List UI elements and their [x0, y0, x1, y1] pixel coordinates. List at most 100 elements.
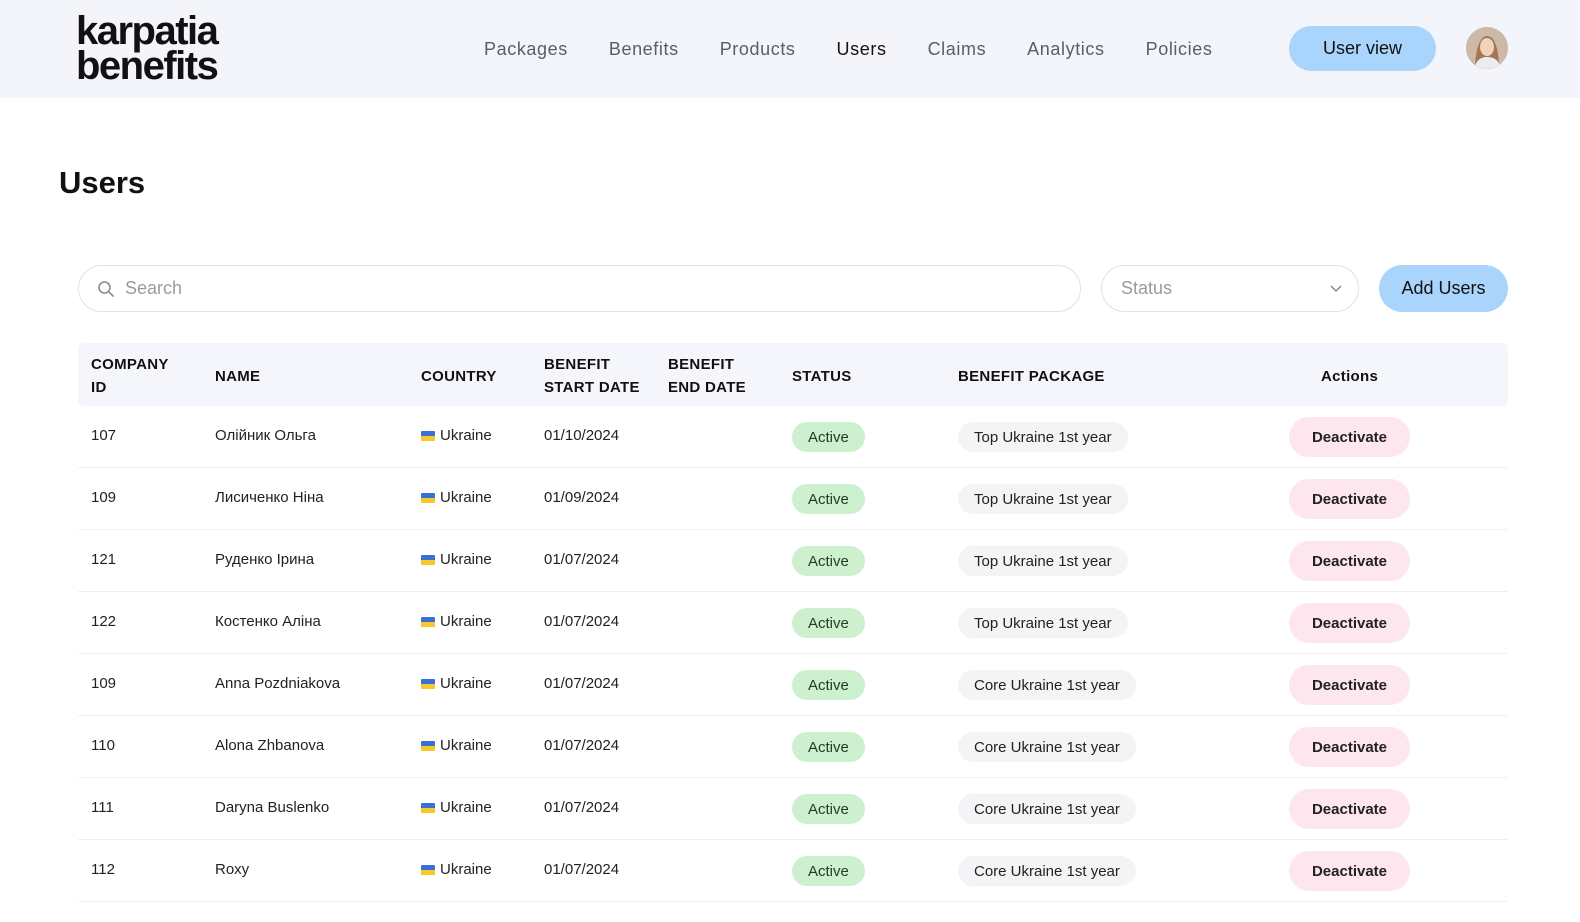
- cell-start-date: 01/10/2024: [544, 427, 620, 444]
- chevron-down-icon: [1330, 285, 1342, 293]
- user-avatar[interactable]: [1466, 27, 1508, 69]
- cell-name: Руденко Ірина: [215, 551, 315, 568]
- status-badge: Active: [792, 608, 865, 638]
- table-row: 110 Alona Zhbanova Ukraine 01/07/2024 Active…: [78, 716, 1508, 778]
- cell-name: Roxy: [215, 861, 250, 878]
- cell-start-date: 01/07/2024: [544, 613, 620, 630]
- status-badge: Active: [792, 856, 865, 886]
- status-badge: Active: [792, 422, 865, 452]
- benefit-package-badge: Core Ukraine 1st year: [958, 670, 1136, 700]
- deactivate-button[interactable]: Deactivate: [1289, 727, 1410, 767]
- header-benefit-package[interactable]: BENEFIT PACKAGE: [958, 365, 1105, 388]
- cell-name: Костенко Аліна: [215, 613, 321, 630]
- ukraine-flag-icon: [421, 493, 435, 503]
- header-actions: Actions: [1321, 368, 1379, 385]
- deactivate-button[interactable]: Deactivate: [1289, 789, 1410, 829]
- deactivate-button[interactable]: Deactivate: [1289, 603, 1410, 643]
- country-label: Ukraine: [440, 427, 492, 444]
- search-icon: [98, 280, 114, 297]
- cell-country: Ukraine: [421, 427, 492, 444]
- status-badge: Active: [792, 794, 865, 824]
- add-users-button[interactable]: Add Users: [1379, 265, 1508, 312]
- cell-company-id: 111: [91, 799, 114, 816]
- header-name[interactable]: NAME: [215, 365, 260, 388]
- table-row: 112 Roxy Ukraine 01/07/2024 Active Core Ukrai…: [78, 840, 1508, 902]
- header-company-id-line1: COMPANY: [91, 356, 169, 373]
- header-start-line1: BENEFIT: [544, 356, 611, 373]
- nav-benefits[interactable]: Benefits: [609, 39, 679, 60]
- benefit-package-badge: Core Ukraine 1st year: [958, 794, 1136, 824]
- ukraine-flag-icon: [421, 741, 435, 751]
- deactivate-button[interactable]: Deactivate: [1289, 479, 1410, 519]
- header-end-line2: END DATE: [668, 379, 746, 396]
- status-filter-label: Status: [1121, 278, 1173, 298]
- cell-start-date: 01/09/2024: [544, 489, 620, 506]
- nav-packages[interactable]: Packages: [484, 39, 568, 60]
- deactivate-button[interactable]: Deactivate: [1289, 851, 1410, 891]
- country-label: Ukraine: [440, 489, 492, 506]
- table-row: 109 Лисиченко Ніна Ukraine 01/09/2024 Active…: [78, 468, 1508, 530]
- header-benefit-start-date[interactable]: BENEFIT START DATE: [544, 353, 640, 399]
- status-badge: Active: [792, 546, 865, 576]
- benefit-package-badge: Top Ukraine 1st year: [958, 608, 1128, 638]
- status-badge: Active: [792, 670, 865, 700]
- users-table: COMPANY ID NAME COUNTRY BENEFIT START DA…: [78, 343, 1508, 902]
- cell-country: Ukraine: [421, 737, 492, 754]
- cell-country: Ukraine: [421, 675, 492, 692]
- status-badge: Active: [792, 732, 865, 762]
- nav-users[interactable]: Users: [837, 39, 887, 60]
- top-navigation-bar: karpatia benefits Packages Benefits Prod…: [0, 0, 1580, 98]
- country-label: Ukraine: [440, 675, 492, 692]
- nav-policies[interactable]: Policies: [1146, 39, 1213, 60]
- search-box[interactable]: [78, 265, 1081, 312]
- country-label: Ukraine: [440, 861, 492, 878]
- header-status[interactable]: STATUS: [792, 365, 852, 388]
- cell-country: Ukraine: [421, 613, 492, 630]
- table-row: 111 Daryna Buslenko Ukraine 01/07/2024 Activ…: [78, 778, 1508, 840]
- deactivate-button[interactable]: Deactivate: [1289, 541, 1410, 581]
- ukraine-flag-icon: [421, 617, 435, 627]
- country-label: Ukraine: [440, 613, 492, 630]
- logo-line-2: benefits: [76, 44, 219, 88]
- cell-start-date: 01/07/2024: [544, 675, 620, 692]
- nav-analytics[interactable]: Analytics: [1027, 39, 1104, 60]
- cell-name: Олійник Ольга: [215, 427, 316, 444]
- search-input[interactable]: [125, 278, 1025, 299]
- table-body: 107 Олійник Ольга Ukraine 01/10/2024 Active T…: [78, 406, 1508, 902]
- nav-products[interactable]: Products: [720, 39, 796, 60]
- user-view-button[interactable]: User view: [1289, 26, 1436, 71]
- avatar-image: [1466, 27, 1508, 69]
- deactivate-button[interactable]: Deactivate: [1289, 665, 1410, 705]
- benefit-package-badge: Top Ukraine 1st year: [958, 422, 1128, 452]
- cell-country: Ukraine: [421, 799, 492, 816]
- country-label: Ukraine: [440, 737, 492, 754]
- country-label: Ukraine: [440, 799, 492, 816]
- ukraine-flag-icon: [421, 431, 435, 441]
- benefit-package-badge: Top Ukraine 1st year: [958, 484, 1128, 514]
- cell-company-id: 122: [91, 613, 117, 630]
- table-header: COMPANY ID NAME COUNTRY BENEFIT START DA…: [78, 343, 1508, 406]
- header-company-id-line2: ID: [91, 379, 107, 396]
- status-filter-select[interactable]: Status: [1101, 265, 1359, 312]
- header-benefit-end-date[interactable]: BENEFIT END DATE: [668, 353, 746, 399]
- header-start-line2: START DATE: [544, 379, 640, 396]
- table-row: 121 Руденко Ірина Ukraine 01/07/2024 Active T…: [78, 530, 1508, 592]
- cell-name: Лисиченко Ніна: [215, 489, 324, 506]
- nav-claims[interactable]: Claims: [928, 39, 987, 60]
- deactivate-button[interactable]: Deactivate: [1289, 417, 1410, 457]
- header-end-line1: BENEFIT: [668, 356, 735, 373]
- cell-start-date: 01/07/2024: [544, 861, 620, 878]
- cell-company-id: 109: [91, 489, 117, 506]
- cell-country: Ukraine: [421, 551, 492, 568]
- header-company-id[interactable]: COMPANY ID: [91, 353, 169, 399]
- ukraine-flag-icon: [421, 679, 435, 689]
- table-row: 109 Anna Pozdniakova Ukraine 01/07/2024 Acti…: [78, 654, 1508, 716]
- benefit-package-badge: Core Ukraine 1st year: [958, 856, 1136, 886]
- cell-start-date: 01/07/2024: [544, 551, 620, 568]
- karpatia-benefits-logo[interactable]: karpatia benefits: [76, 11, 219, 88]
- cell-name: Alona Zhbanova: [215, 737, 325, 754]
- header-country[interactable]: COUNTRY: [421, 365, 497, 388]
- cell-country: Ukraine: [421, 489, 492, 506]
- ukraine-flag-icon: [421, 865, 435, 875]
- cell-start-date: 01/07/2024: [544, 737, 620, 754]
